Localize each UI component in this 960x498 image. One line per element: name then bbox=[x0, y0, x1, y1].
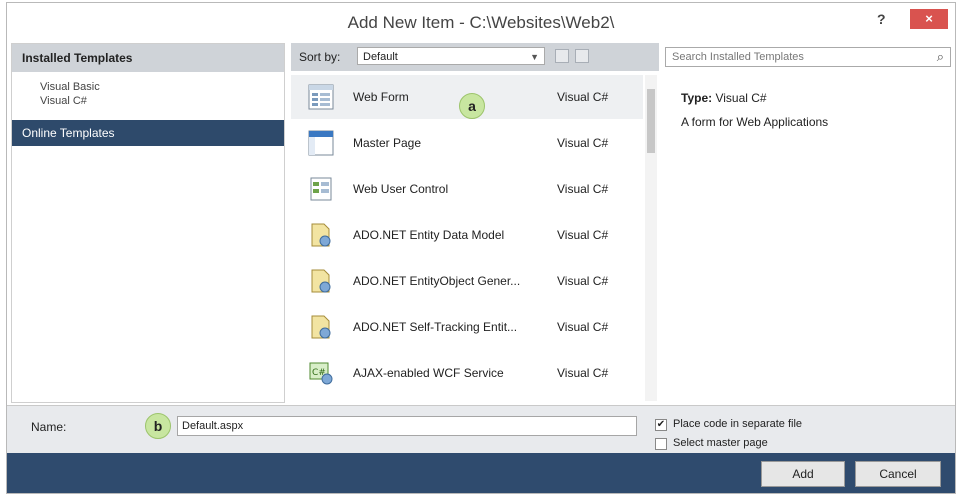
name-options-bar: Name: b Default.aspx ✔ Place code in sep… bbox=[7, 405, 955, 454]
item-language: Visual C# bbox=[557, 182, 609, 196]
separate-file-checkbox[interactable]: ✔ bbox=[655, 419, 667, 431]
template-list: Web Form Visual C# Master Page Visual C# bbox=[291, 75, 643, 401]
search-box[interactable]: Search Installed Templates ⌕ bbox=[665, 47, 951, 67]
item-name: Master Page bbox=[353, 136, 422, 150]
callout-badge-b: b bbox=[145, 413, 171, 439]
tree-item-visual-basic[interactable]: Visual Basic bbox=[12, 72, 284, 94]
item-language: Visual C# bbox=[557, 228, 609, 242]
list-item-entityobject-generator[interactable]: ADO.NET EntityObject Gener... Visual C# bbox=[291, 259, 643, 303]
user-control-icon bbox=[310, 177, 332, 201]
medium-icons-view-icon[interactable] bbox=[555, 49, 569, 63]
add-new-item-dialog: Add New Item - C:\Websites\Web2\ ? × Ins… bbox=[6, 2, 956, 494]
type-line: Type: Visual C# bbox=[681, 91, 767, 105]
tree-item-visual-csharp[interactable]: Visual C# bbox=[12, 94, 284, 108]
help-button[interactable]: ? bbox=[877, 11, 886, 27]
scrollbar-thumb[interactable] bbox=[647, 89, 655, 153]
web-form-icon bbox=[308, 84, 334, 110]
close-icon: × bbox=[925, 11, 933, 26]
master-page-icon bbox=[308, 130, 334, 156]
list-scrollbar[interactable] bbox=[645, 75, 657, 401]
button-bar: Add Cancel bbox=[7, 453, 955, 493]
type-label: Type: bbox=[681, 91, 713, 105]
list-item-master-page[interactable]: Master Page Visual C# bbox=[291, 121, 643, 165]
item-name: AJAX-enabled WCF Service bbox=[353, 366, 504, 380]
item-language: Visual C# bbox=[557, 320, 609, 334]
close-button[interactable]: × bbox=[910, 9, 948, 29]
installed-templates-header[interactable]: Installed Templates bbox=[12, 44, 284, 72]
window-title: Add New Item - C:\Websites\Web2\ bbox=[347, 13, 615, 32]
master-page-label: Select master page bbox=[673, 437, 768, 449]
separate-file-label: Place code in separate file bbox=[673, 418, 803, 430]
title-bar: Add New Item - C:\Websites\Web2\ ? × bbox=[7, 3, 955, 41]
list-item-web-user-control[interactable]: Web User Control Visual C# bbox=[291, 167, 643, 211]
search-icon[interactable]: ⌕ bbox=[937, 49, 944, 65]
item-name: Web Form bbox=[353, 90, 409, 104]
name-label: Name: bbox=[31, 420, 67, 434]
small-icons-view-icon[interactable] bbox=[575, 49, 589, 63]
add-button[interactable]: Add bbox=[761, 461, 845, 487]
item-language: Visual C# bbox=[557, 136, 609, 150]
item-name: ADO.NET Self-Tracking Entit... bbox=[353, 320, 518, 334]
template-tree-panel: Installed Templates Visual Basic Visual … bbox=[11, 43, 285, 403]
callout-badge-a: a bbox=[459, 93, 485, 119]
master-page-checkbox[interactable] bbox=[655, 438, 667, 450]
sort-toolbar: Sort by: Default ▼ bbox=[291, 43, 659, 71]
item-language: Visual C# bbox=[557, 366, 609, 380]
self-tracking-entity-icon bbox=[311, 315, 331, 339]
list-item-self-tracking-entity[interactable]: ADO.NET Self-Tracking Entit... Visual C# bbox=[291, 305, 643, 349]
details-panel: Search Installed Templates ⌕ Type: Visua… bbox=[663, 43, 955, 403]
item-name: ADO.NET Entity Data Model bbox=[353, 228, 505, 242]
cancel-button[interactable]: Cancel bbox=[855, 461, 941, 487]
list-item-ajax-wcf-service[interactable]: C# AJAX-enabled WCF Service Visual C# bbox=[291, 351, 643, 395]
online-templates-item[interactable]: Online Templates bbox=[12, 120, 284, 146]
entity-generator-icon bbox=[311, 269, 331, 293]
item-name: ADO.NET EntityObject Gener... bbox=[353, 274, 521, 288]
item-name: Web User Control bbox=[353, 182, 449, 196]
template-list-panel: Sort by: Default ▼ Web Form Visual C# Ma… bbox=[291, 43, 659, 403]
sort-label: Sort by: bbox=[299, 50, 341, 64]
item-language: Visual C# bbox=[557, 90, 609, 104]
type-value: Visual C# bbox=[715, 91, 767, 105]
item-description: A form for Web Applications bbox=[681, 115, 829, 129]
chevron-down-icon: ▼ bbox=[530, 52, 539, 62]
sort-value: Default bbox=[363, 51, 398, 63]
entity-model-icon bbox=[311, 223, 331, 247]
search-input[interactable]: Search Installed Templates bbox=[672, 51, 804, 63]
sort-dropdown[interactable]: Default ▼ bbox=[357, 47, 545, 65]
list-item-entity-data-model[interactable]: ADO.NET Entity Data Model Visual C# bbox=[291, 213, 643, 257]
wcf-service-icon: C# bbox=[309, 362, 333, 385]
name-field[interactable]: Default.aspx bbox=[177, 416, 637, 436]
item-language: Visual C# bbox=[557, 274, 609, 288]
